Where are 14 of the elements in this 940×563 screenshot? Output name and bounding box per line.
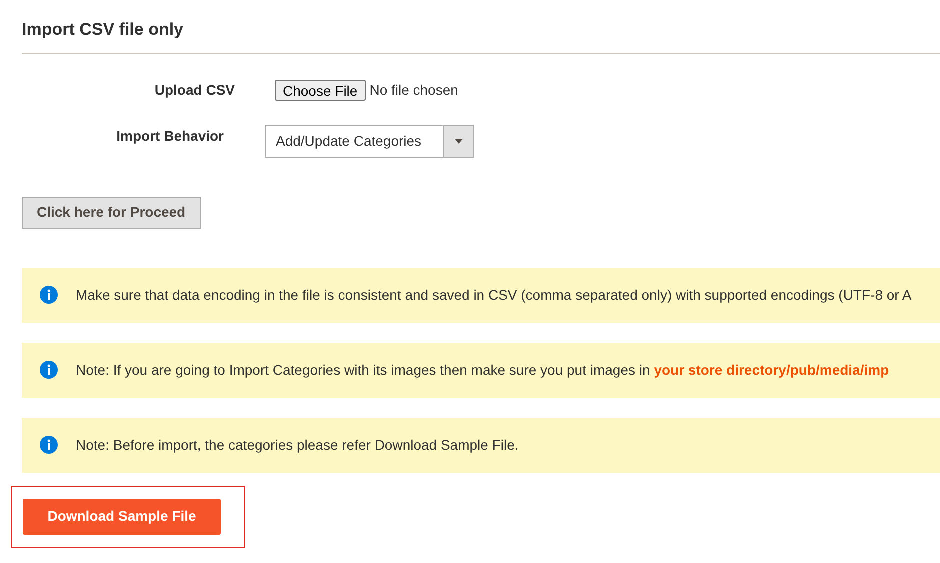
notice-text: Note: If you are going to Import Categories with its images then make sure you put images in your store directory/pub/media/imp	[76, 360, 890, 380]
info-icon	[40, 436, 58, 454]
notice-text: Note: Before import, the categories please refer Download Sample File.	[76, 436, 519, 455]
field-label: Upload CSV	[154, 80, 235, 100]
field-label: Import Behavior	[116, 126, 224, 146]
notice-text: Make sure that data encoding in the file is consistent and saved in CSV (comma separated only) with supported encodings (UTF-8 or A	[76, 286, 912, 305]
info-icon	[40, 286, 58, 304]
info-icon	[40, 361, 58, 379]
choose-file-button[interactable]: Choose File	[275, 80, 366, 100]
section-title: Import CSV file only	[22, 19, 184, 41]
proceed-button[interactable]: Click here for Proceed	[22, 196, 201, 228]
file-status: No file chosen	[370, 80, 458, 100]
caret-icon	[454, 138, 462, 144]
behavior-select[interactable]: Add/Update Categories	[265, 124, 474, 158]
